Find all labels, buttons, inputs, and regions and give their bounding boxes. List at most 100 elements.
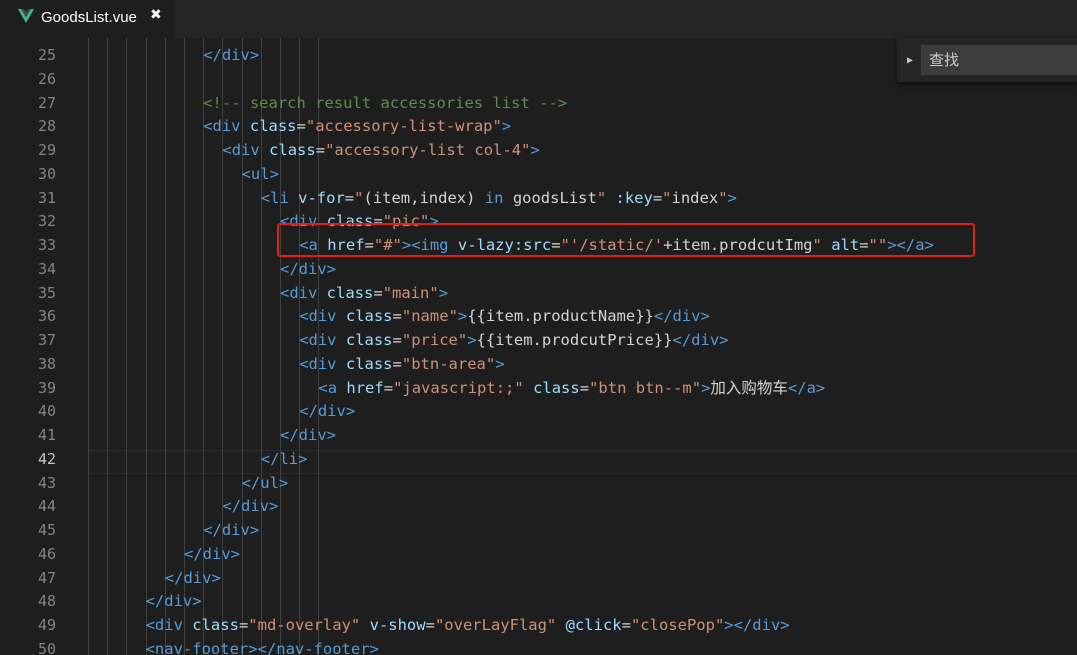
tab-title: GoodsList.vue bbox=[41, 9, 137, 26]
code-token: :key bbox=[615, 188, 653, 207]
code-line[interactable]: <div class="md-overlay" v-show="overLayF… bbox=[88, 614, 1077, 638]
tab-bar: GoodsList.vue ✖ bbox=[0, 0, 1077, 38]
line-number: 37 bbox=[37, 331, 56, 349]
code-line[interactable]: <div class="accessory-list col-4"> bbox=[88, 139, 1077, 163]
code-token: = bbox=[392, 331, 402, 349]
code-token: </div> bbox=[222, 497, 279, 516]
line-number: 36 bbox=[37, 307, 56, 326]
line-number-gutter: 25 26 27 28 29 30 31 32 33 34 35 36 37 38 39 40 41 42 43 44… bbox=[0, 44, 56, 655]
code-token: <div bbox=[280, 283, 327, 302]
line-number: 30 bbox=[37, 164, 56, 183]
code-token: </div> bbox=[280, 426, 336, 444]
code-line[interactable]: </div> bbox=[88, 519, 1077, 543]
code-line[interactable]: <div class="main"> bbox=[88, 282, 1077, 306]
code-line[interactable]: </div> bbox=[88, 567, 1077, 591]
code-token: "name" bbox=[401, 307, 458, 326]
code-token: = bbox=[383, 378, 394, 397]
code-line[interactable]: </div> bbox=[88, 590, 1077, 614]
code-token: </div> bbox=[299, 402, 356, 421]
code-line[interactable]: </div> bbox=[88, 258, 1077, 282]
line-number: 42 bbox=[37, 449, 56, 468]
code-token: "main" bbox=[382, 283, 439, 302]
code-line[interactable]: </div> bbox=[88, 543, 1077, 567]
code-token: "javascript:;" bbox=[393, 378, 524, 397]
line-number: 33 bbox=[37, 236, 56, 254]
code-line[interactable]: <nav-footer></nav-footer> bbox=[88, 638, 1077, 655]
code-token: "btn btn--m" bbox=[589, 378, 702, 397]
code-line[interactable]: <li v-for="(item,index) in goodsList" :k… bbox=[88, 187, 1077, 211]
code-token: @click bbox=[565, 616, 622, 634]
code-token: <li bbox=[260, 188, 299, 207]
find-input[interactable] bbox=[921, 45, 1077, 75]
chevron-right-icon[interactable]: ▶ bbox=[907, 55, 913, 66]
code-token: </div> bbox=[184, 544, 240, 563]
code-token: {{item.prodcutPrice}} bbox=[476, 331, 673, 349]
code-token: </li> bbox=[260, 449, 308, 468]
line-number: 31 bbox=[37, 188, 56, 207]
code-token: = bbox=[392, 354, 402, 373]
code-token: class bbox=[269, 141, 316, 159]
highlight-annotation-box bbox=[277, 223, 975, 257]
code-token: = bbox=[579, 378, 590, 397]
code-token: class bbox=[345, 354, 393, 373]
code-line[interactable]: <a href="javascript:;" class="btn btn--m… bbox=[88, 377, 1077, 401]
line-number: 50 bbox=[37, 639, 56, 655]
line-number: 28 bbox=[37, 117, 56, 136]
code-token: > bbox=[727, 188, 737, 207]
code-line[interactable]: </div> bbox=[88, 424, 1077, 448]
line-number: 47 bbox=[37, 568, 56, 587]
tab-goodslist[interactable]: GoodsList.vue ✖ bbox=[0, 0, 175, 38]
code-line[interactable]: </ul> bbox=[88, 472, 1077, 496]
line-number: 25 bbox=[37, 46, 56, 64]
code-token: </div> bbox=[203, 46, 260, 64]
code-line[interactable]: <div class="accessory-list-wrap"> bbox=[88, 115, 1077, 139]
code-token: </div> bbox=[653, 307, 710, 326]
code-line[interactable]: <div class="price">{{item.prodcutPrice}}… bbox=[88, 329, 1077, 353]
code-token: "accessory-list-wrap" bbox=[305, 117, 502, 136]
code-line[interactable]: <div class="name">{{item.productName}}</… bbox=[88, 305, 1077, 329]
code-token: = bbox=[315, 141, 326, 159]
code-token: = bbox=[425, 616, 435, 634]
code-token: > bbox=[438, 283, 449, 302]
line-number: 45 bbox=[37, 521, 56, 539]
code-token: </div> bbox=[280, 259, 336, 278]
code-token: " bbox=[662, 188, 672, 207]
line-number: 27 bbox=[37, 93, 56, 112]
close-icon[interactable]: ✖ bbox=[150, 7, 162, 23]
code-editor[interactable]: 25 26 27 28 29 30 31 32 33 34 35 36 37 38 39 40 41 42 43 44… bbox=[0, 38, 1077, 655]
code-token: v-show bbox=[369, 616, 426, 634]
code-token: > bbox=[457, 307, 468, 326]
code-token: "price" bbox=[401, 331, 468, 349]
code-token: " bbox=[596, 188, 607, 207]
code-token: = bbox=[296, 117, 306, 136]
code-token: class bbox=[326, 283, 374, 302]
code-line[interactable]: </div> bbox=[88, 400, 1077, 424]
code-token: class bbox=[533, 378, 580, 397]
line-number: 43 bbox=[37, 473, 56, 492]
code-token: class bbox=[345, 307, 393, 326]
code-area[interactable]: </div> <!-- search result accessories lis… bbox=[88, 44, 1077, 655]
line-number: 38 bbox=[37, 354, 56, 373]
code-line[interactable]: <div class="btn-area"> bbox=[88, 353, 1077, 377]
code-token: index bbox=[671, 188, 719, 207]
code-token: <div bbox=[299, 307, 346, 326]
code-token: ></div> bbox=[724, 616, 790, 634]
code-token: class bbox=[345, 331, 393, 349]
code-line[interactable]: </li> bbox=[88, 448, 1077, 472]
code-line[interactable]: <ul> bbox=[88, 163, 1077, 187]
code-line[interactable]: <!-- search result accessories list --> bbox=[88, 92, 1077, 116]
code-token: </div> bbox=[203, 521, 260, 539]
code-token: </a> bbox=[787, 378, 826, 397]
code-token: <nav-footer></nav-footer> bbox=[145, 639, 379, 655]
code-token: <ul> bbox=[241, 164, 279, 183]
code-line[interactable]: </div> bbox=[88, 495, 1077, 519]
code-token: = bbox=[373, 283, 383, 302]
code-token: "md-overlay" bbox=[248, 616, 361, 634]
code-token: = bbox=[621, 616, 631, 634]
code-token: > bbox=[467, 331, 477, 349]
line-number: 34 bbox=[37, 259, 56, 278]
